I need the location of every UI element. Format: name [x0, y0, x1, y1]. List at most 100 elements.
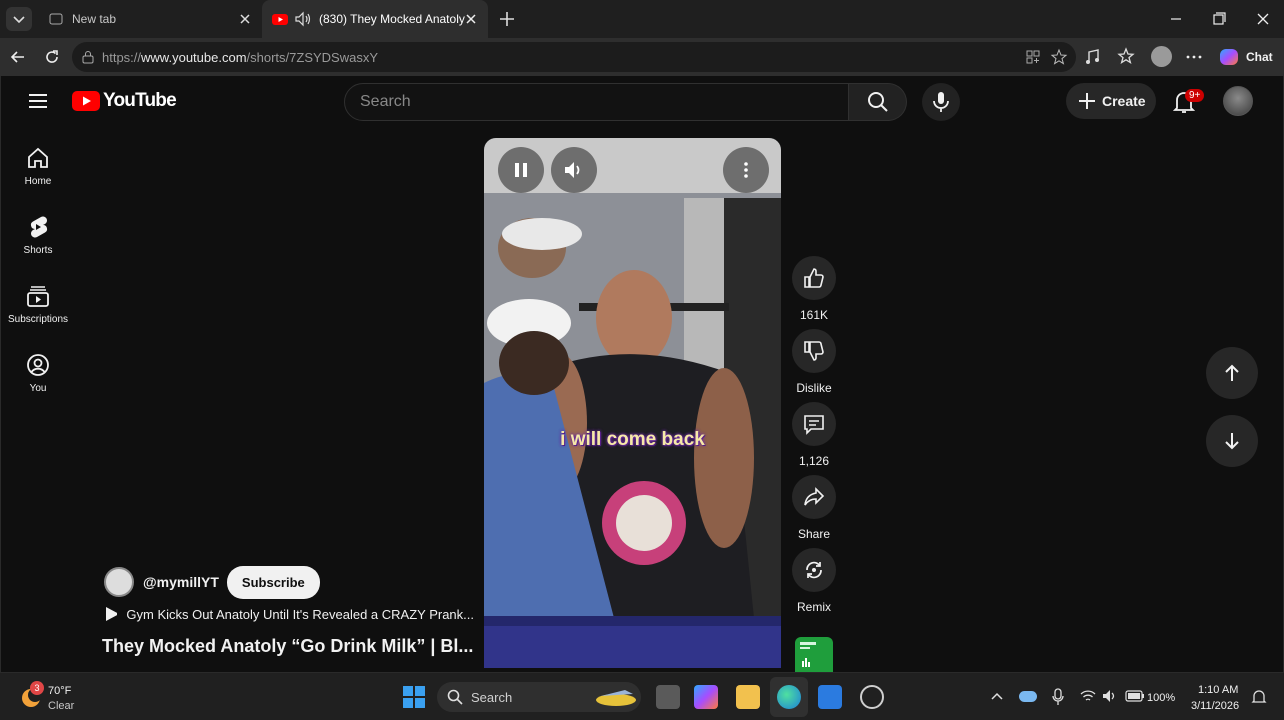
- tab-new-tab[interactable]: New tab: [40, 0, 262, 38]
- speaker-audio-icon[interactable]: [294, 11, 312, 27]
- weather-temperature: 70°F: [48, 685, 72, 697]
- menu-hamburger-icon[interactable]: [28, 92, 48, 110]
- search-button[interactable]: [849, 83, 907, 121]
- new-tab-page-icon: [49, 13, 63, 25]
- taskbar-search-label: Search: [471, 689, 513, 705]
- clock-time[interactable]: 1:10 AM: [1198, 684, 1238, 696]
- remix-label: Remix: [796, 600, 831, 614]
- search-icon: [867, 92, 888, 112]
- wifi-icon[interactable]: [1080, 689, 1096, 703]
- share-label: Share: [797, 527, 831, 541]
- create-button[interactable]: Create: [1066, 83, 1156, 119]
- volume-tray-icon[interactable]: [1102, 689, 1118, 703]
- restore-icon[interactable]: [1208, 8, 1230, 30]
- tab-title: New tab: [72, 12, 117, 26]
- back-arrow-icon[interactable]: [8, 47, 28, 67]
- more-actions-button[interactable]: [723, 147, 769, 193]
- site-info-icon[interactable]: [81, 50, 95, 64]
- youtube-play-logo-icon: [72, 91, 100, 111]
- app-icon[interactable]: [860, 685, 884, 709]
- sound-thumbnail[interactable]: [795, 637, 833, 672]
- more-options-icon[interactable]: [1184, 47, 1204, 67]
- windows-start-icon[interactable]: [402, 685, 426, 709]
- remix-icon: [806, 561, 822, 579]
- search-highlight-icon: [596, 690, 636, 706]
- search-icon: [447, 689, 463, 705]
- sidebar-item-subscriptions[interactable]: Subscriptions: [5, 284, 71, 342]
- microsoft-store-icon[interactable]: [818, 685, 842, 709]
- taskbar-search[interactable]: Search: [437, 682, 641, 712]
- windows-taskbar: 3 70°F Clear Search 100% 1:10 AM 3/11/20…: [0, 672, 1284, 720]
- tab-title: (830) They Mocked Anatoly "C: [319, 12, 467, 26]
- file-explorer-icon[interactable]: [736, 685, 760, 709]
- volume-icon: [565, 162, 580, 178]
- task-view-icon[interactable]: [656, 685, 680, 709]
- refresh-icon[interactable]: [42, 47, 62, 67]
- close-window-icon[interactable]: [1252, 8, 1274, 30]
- voice-search-button[interactable]: [922, 83, 960, 121]
- clock-date[interactable]: 3/11/2026: [1191, 700, 1239, 712]
- onedrive-icon[interactable]: [1019, 691, 1037, 702]
- favorite-star-icon[interactable]: [1050, 48, 1068, 66]
- media-control-icon[interactable]: [1084, 47, 1104, 67]
- comments-button[interactable]: 1,126: [787, 402, 841, 468]
- microphone-tray-icon[interactable]: [1052, 688, 1064, 706]
- play-icon: [106, 607, 118, 621]
- show-hidden-icons-icon[interactable]: [990, 691, 1004, 701]
- battery-icon[interactable]: [1125, 690, 1145, 702]
- channel-avatar[interactable]: [104, 567, 134, 597]
- pause-button[interactable]: [498, 147, 544, 193]
- tab-youtube-short[interactable]: (830) They Mocked Anatoly "C: [262, 0, 488, 38]
- notification-count-badge: 9+: [1185, 89, 1205, 102]
- account-avatar[interactable]: [1223, 86, 1253, 116]
- youtube-logo[interactable]: YouTube: [72, 90, 177, 112]
- app-available-icon[interactable]: [1025, 49, 1041, 65]
- subscribe-button[interactable]: Subscribe: [226, 565, 320, 599]
- edge-browser-icon[interactable]: [777, 685, 801, 709]
- sidebar-item-home[interactable]: Home: [5, 146, 71, 204]
- user-circle-icon: [27, 354, 49, 376]
- notification-center-icon[interactable]: [1251, 689, 1267, 705]
- video-frame-image: [484, 138, 781, 668]
- short-title: They Mocked Anatoly “Go Drink Milk” | Bl…: [102, 636, 474, 656]
- thumbs-down-icon: [804, 341, 824, 361]
- sidebar-item-you[interactable]: You: [5, 353, 71, 411]
- close-tab-icon[interactable]: [464, 12, 478, 26]
- channel-info: @mymillYT Subscribe: [104, 564, 320, 600]
- favorites-icon[interactable]: [1117, 47, 1137, 67]
- remix-button[interactable]: Remix: [787, 548, 841, 614]
- profile-avatar[interactable]: [1151, 46, 1172, 67]
- youtube-favicon-icon: [272, 14, 288, 25]
- masthead: YouTube Search Create 9+: [1, 76, 1284, 128]
- url-path: /shorts/7ZSYDSwasxY: [246, 49, 379, 65]
- volume-button[interactable]: [551, 147, 597, 193]
- video-caption: i will come back: [560, 429, 705, 450]
- dislike-label: Dislike: [796, 381, 832, 395]
- weather-alert-badge: 3: [30, 681, 44, 695]
- copilot-icon: [1220, 49, 1238, 65]
- previous-short-button[interactable]: [1206, 347, 1258, 399]
- related-video-link[interactable]: Gym Kicks Out Anatoly Until It's Reveale…: [104, 606, 474, 622]
- thumbs-up-icon: [804, 268, 824, 288]
- share-button[interactable]: Share: [787, 475, 841, 541]
- related-video-title: Gym Kicks Out Anatoly Until It's Reveale…: [126, 606, 474, 622]
- like-button[interactable]: 161K: [787, 256, 841, 322]
- search-input[interactable]: Search: [344, 83, 849, 121]
- sidebar-item-shorts[interactable]: Shorts: [5, 215, 71, 273]
- short-video-player[interactable]: i will come back: [484, 138, 781, 668]
- dislike-button[interactable]: Dislike: [787, 329, 841, 395]
- copilot-app-icon[interactable]: [694, 685, 718, 709]
- weather-condition: Clear: [48, 700, 75, 712]
- close-tab-icon[interactable]: [238, 12, 252, 26]
- minimize-icon[interactable]: [1165, 8, 1187, 30]
- sidebar-item-label: Subscriptions: [7, 314, 69, 325]
- new-tab-plus-icon[interactable]: [498, 10, 516, 28]
- like-count: 161K: [799, 308, 829, 322]
- address-bar[interactable]: https://www.youtube.com/shorts/7ZSYDSwas…: [72, 42, 1076, 72]
- channel-name[interactable]: @mymillYT: [143, 574, 219, 590]
- next-short-button[interactable]: [1206, 415, 1258, 467]
- comment-count: 1,126: [798, 454, 830, 468]
- copilot-chat-button[interactable]: Chat: [1218, 46, 1273, 68]
- tab-actions-chevron-icon[interactable]: [6, 7, 32, 31]
- home-icon: [28, 147, 48, 168]
